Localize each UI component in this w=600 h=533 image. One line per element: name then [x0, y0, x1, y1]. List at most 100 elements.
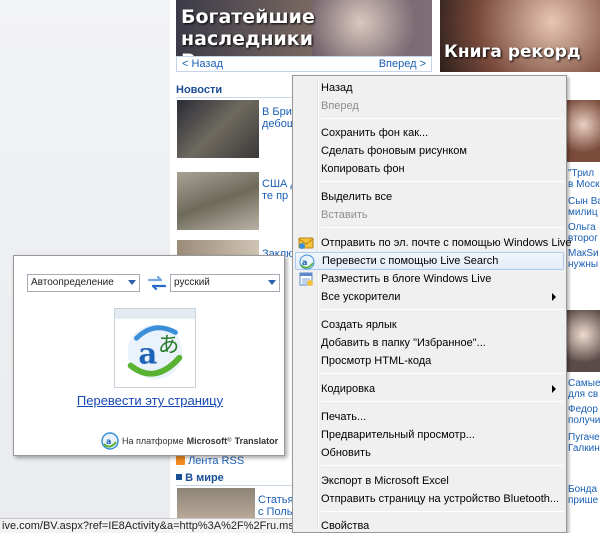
menu-separator	[321, 181, 564, 182]
menu-item-label: Отправить по эл. почте с помощью Windows…	[321, 237, 572, 249]
news-item-2[interactable]: США д те пр	[262, 178, 292, 202]
translate-icon: a	[299, 254, 315, 270]
translator-popup: Автоопределение русский a あ Перевести эт…	[13, 255, 285, 456]
side-banner[interactable]: Книга рекорд	[440, 0, 600, 72]
menu-item-label: Печать...	[321, 411, 367, 423]
news-item-1-line1: В Брит	[262, 106, 292, 118]
menu-item-label: Свойства	[321, 520, 370, 532]
menu-item-send-bluetooth[interactable]: Отправить страницу на устройство Bluetoo…	[295, 490, 564, 508]
right-item-1-line1: "Трил	[568, 168, 595, 179]
menu-item-select-all[interactable]: Выделить все	[295, 188, 564, 206]
right-item-5[interactable]: Самые для св	[568, 378, 600, 400]
news-thumb-2[interactable]	[177, 172, 259, 230]
menu-separator	[321, 373, 564, 374]
right-thumb-2[interactable]	[567, 310, 600, 372]
swap-languages-icon[interactable]	[147, 275, 167, 291]
submenu-arrow-icon	[552, 293, 556, 301]
right-item-1[interactable]: "Трил в Моск	[568, 168, 600, 190]
menu-item-label: Все ускорители	[321, 291, 401, 303]
menu-item-blog-windows-live[interactable]: Разместить в блоге Windows Live	[295, 270, 564, 288]
powered-product: Translator	[234, 436, 279, 446]
menu-separator	[321, 401, 564, 402]
right-item-4-line1: МакSи	[568, 248, 599, 259]
right-item-3-line1: Ольга	[568, 222, 596, 233]
menu-item-label: Назад	[321, 82, 353, 94]
menu-item-email-windows-live[interactable]: Отправить по эл. почте с помощью Windows…	[295, 234, 572, 252]
menu-item-copy-background[interactable]: Копировать фон	[295, 160, 564, 178]
news-item-2-line1: США д	[262, 178, 292, 190]
right-item-3[interactable]: Ольга второг	[568, 222, 600, 244]
target-language-select[interactable]: русский	[170, 274, 280, 292]
right-item-7-line1: Пугаче	[568, 432, 600, 443]
menu-item-view-source[interactable]: Просмотр HTML-кода	[295, 352, 564, 370]
right-item-8[interactable]: Бонда прише	[568, 484, 600, 506]
context-menu: Назад Вперед Сохранить фон как... Сделат…	[292, 75, 572, 533]
right-item-2-line1: Сын Ва	[568, 196, 600, 207]
right-item-1-line2: в Моск	[568, 179, 600, 190]
world-item-line2: с Польш	[258, 506, 292, 518]
menu-item-label: Отправить страницу на устройство Bluetoo…	[321, 493, 560, 505]
powered-by[interactable]: a На платформе Microsoft ® Translator	[101, 431, 278, 451]
menu-item-label: Перевести с помощью Live Search	[322, 255, 499, 267]
news-item-1[interactable]: В Брит дебош	[262, 106, 292, 130]
world-item-line1: Статья	[258, 494, 292, 506]
menu-item-label: Обновить	[321, 447, 371, 459]
news-item-2-line2: те пр	[262, 190, 289, 202]
menu-item-label: Кодировка	[321, 383, 376, 395]
right-item-7[interactable]: Пугаче Галкин	[568, 432, 600, 454]
news-thumb-1[interactable]	[177, 100, 259, 158]
menu-item-back[interactable]: Назад	[295, 79, 564, 97]
news-thumb-3[interactable]	[177, 240, 259, 256]
right-item-2[interactable]: Сын Ва милиц	[568, 196, 600, 218]
right-item-8-line1: Бонда	[568, 484, 598, 495]
menu-item-label: Экспорт в Microsoft Excel	[321, 475, 449, 487]
translator-logo: a あ	[114, 308, 196, 388]
menu-item-label: Создать ярлык	[321, 319, 397, 331]
menu-item-refresh[interactable]: Обновить	[295, 444, 564, 462]
svg-text:a: a	[138, 337, 157, 371]
right-item-4[interactable]: МакSи нужны	[568, 248, 600, 270]
menu-separator	[321, 309, 564, 310]
hero-next-link[interactable]: Вперед >	[379, 58, 426, 70]
world-thumb[interactable]	[177, 488, 255, 518]
rss-icon	[176, 456, 185, 465]
menu-item-all-accelerators[interactable]: Все ускорители	[295, 288, 564, 306]
menu-item-add-to-favorites[interactable]: Добавить в папку "Избранное"...	[295, 334, 564, 352]
menu-item-properties[interactable]: Свойства	[295, 517, 564, 533]
menu-separator	[321, 511, 564, 512]
menu-item-label: Копировать фон	[321, 163, 405, 175]
menu-item-label: Просмотр HTML-кода	[321, 355, 432, 367]
svg-text:a: a	[106, 437, 111, 446]
menu-item-export-excel[interactable]: Экспорт в Microsoft Excel	[295, 472, 564, 490]
hero-prev-link[interactable]: < Назад	[182, 58, 223, 70]
menu-item-print[interactable]: Печать...	[295, 408, 564, 426]
powered-brand: Microsoft	[186, 436, 228, 446]
right-item-8-line2: прише	[568, 495, 599, 506]
world-heading: В мире	[176, 472, 292, 486]
status-bar: ive.com/BV.aspx?ref=IE8Activity&a=http%3…	[0, 518, 292, 533]
source-language-select[interactable]: Автоопределение	[27, 274, 140, 292]
source-language-value: Автоопределение	[31, 277, 114, 288]
menu-item-create-shortcut[interactable]: Создать ярлык	[295, 316, 564, 334]
powered-sup: ®	[227, 438, 232, 444]
right-item-2-line2: милиц	[568, 207, 598, 218]
menu-item-translate-live-search[interactable]: a Перевести с помощью Live Search	[295, 252, 564, 270]
windows-live-blog-icon	[299, 272, 313, 286]
right-item-5-line2: для св	[568, 389, 599, 400]
menu-item-label: Вперед	[321, 100, 359, 112]
menu-item-label: Вставить	[321, 209, 368, 221]
right-item-6[interactable]: Федор получи	[568, 404, 600, 426]
world-item[interactable]: Статья с Польш	[258, 494, 292, 518]
right-item-6-line1: Федор	[568, 404, 598, 415]
menu-item-set-wallpaper[interactable]: Сделать фоновым рисунком	[295, 142, 564, 160]
menu-item-encoding[interactable]: Кодировка	[295, 380, 564, 398]
menu-item-save-background[interactable]: Сохранить фон как...	[295, 124, 564, 142]
svg-text:あ: あ	[158, 333, 179, 358]
rss-link[interactable]: Лента RSS	[176, 455, 292, 467]
right-thumb-1[interactable]	[567, 100, 600, 162]
menu-item-print-preview[interactable]: Предварительный просмотр...	[295, 426, 564, 444]
target-language-value: русский	[174, 277, 210, 288]
translate-page-link[interactable]: Перевести эту страницу	[14, 393, 286, 408]
hero-banner[interactable]: Богатейшие наследники России < Назад Впе…	[176, 0, 432, 72]
chevron-down-icon	[268, 280, 276, 285]
